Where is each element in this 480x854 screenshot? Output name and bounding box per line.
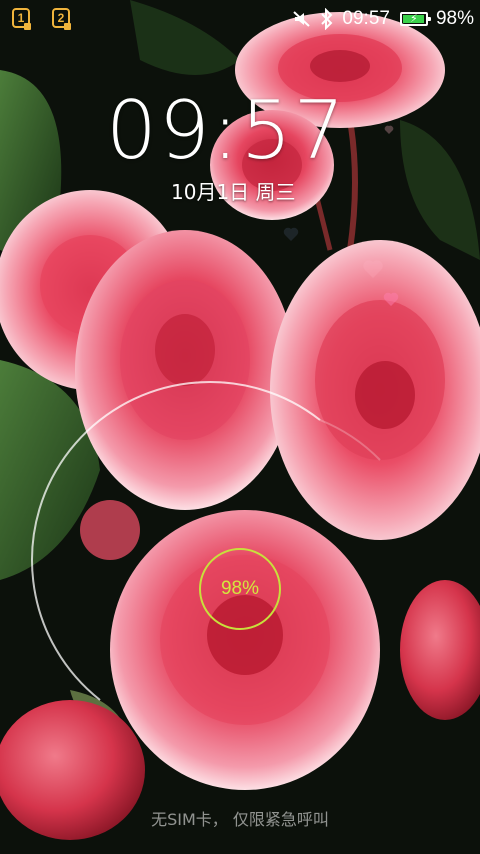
charge-percent: 98%: [220, 578, 260, 599]
status-time: 09:57: [342, 8, 390, 29]
sim1-icon: 1: [12, 8, 31, 30]
sim2-icon: 2: [52, 8, 71, 30]
lockscreen-clock: 09:57: [106, 84, 347, 177]
battery-charging-icon: ⚡: [399, 12, 431, 26]
emergency-call-notice: 无SIM卡， 仅限紧急呼叫: [151, 810, 329, 829]
bluetooth-icon: [321, 8, 333, 30]
silent-mode-icon: [293, 11, 311, 27]
charging-bolt-icon: ⚡: [409, 12, 418, 25]
status-bar: 1 2 09:57 ⚡ 98%: [0, 0, 480, 40]
unlock-handle[interactable]: 98%: [199, 548, 281, 630]
lockscreen-date: 10月1日 周三: [171, 180, 296, 204]
status-right: 09:57 ⚡ 98%: [292, 6, 474, 32]
battery-percent: 98%: [435, 8, 474, 29]
